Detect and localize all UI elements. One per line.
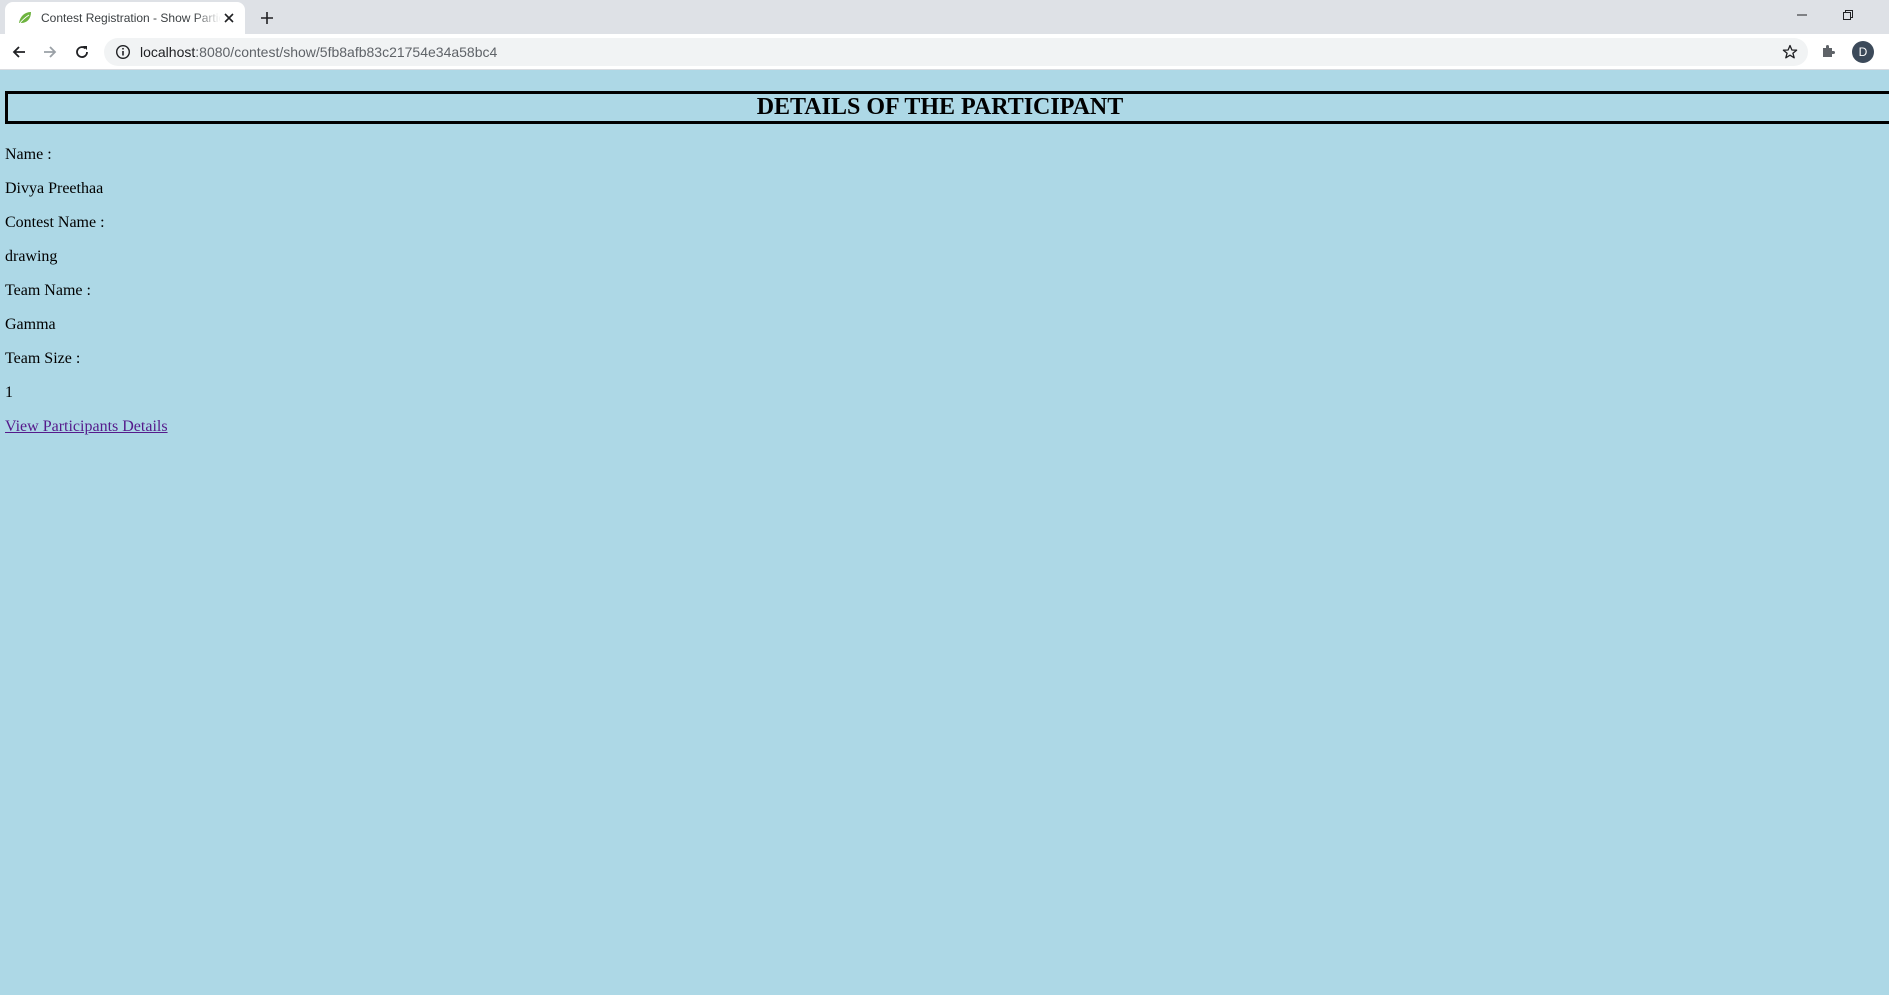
tab-strip: Contest Registration - Show Participant [0, 0, 1889, 34]
contest-name-value: drawing [5, 248, 58, 265]
team-name-value: Gamma [5, 316, 56, 333]
team-size-value: 1 [5, 384, 13, 401]
reload-icon[interactable] [70, 40, 94, 64]
tab-title: Contest Registration - Show Participant [41, 11, 221, 25]
bookmark-star-icon[interactable] [1782, 44, 1798, 60]
browser-tab[interactable]: Contest Registration - Show Participant [5, 2, 245, 34]
url-host: localhost [140, 44, 196, 60]
forward-arrow-icon[interactable] [38, 40, 62, 64]
minimize-window-icon[interactable] [1779, 0, 1825, 30]
info-icon[interactable] [115, 44, 131, 60]
url-path: :8080/contest/show/5fb8afb83c21754e34a58… [195, 44, 498, 60]
url-text[interactable]: localhost:8080/contest/show/5fb8afb83c21… [140, 44, 497, 60]
contest-name-label: Contest Name : [5, 214, 105, 231]
team-name-label: Team Name : [5, 282, 91, 299]
team-size-label: Team Size : [5, 350, 81, 367]
new-tab-icon[interactable] [256, 7, 278, 29]
browser-toolbar: localhost:8080/contest/show/5fb8afb83c21… [0, 34, 1889, 70]
back-arrow-icon[interactable] [7, 40, 31, 64]
extensions-puzzle-icon[interactable] [1820, 42, 1840, 62]
page-content: DETAILS OF THE PARTICIPANT Name : Divya … [0, 70, 1889, 995]
profile-avatar[interactable]: D [1852, 41, 1874, 63]
name-value: Divya Preethaa [5, 180, 104, 197]
view-participants-paragraph: View Participants Details [5, 418, 168, 436]
close-tab-icon[interactable] [221, 10, 237, 26]
name-label: Name : [5, 146, 52, 163]
address-bar[interactable]: localhost:8080/contest/show/5fb8afb83c21… [104, 38, 1808, 66]
view-participants-link[interactable]: View Participants Details [5, 418, 168, 435]
restore-window-icon[interactable] [1825, 0, 1871, 30]
browser-chrome: Contest Registration - Show Participant [0, 0, 1889, 70]
page-title: DETAILS OF THE PARTICIPANT [5, 91, 1889, 124]
leaf-favicon-icon [17, 10, 33, 26]
